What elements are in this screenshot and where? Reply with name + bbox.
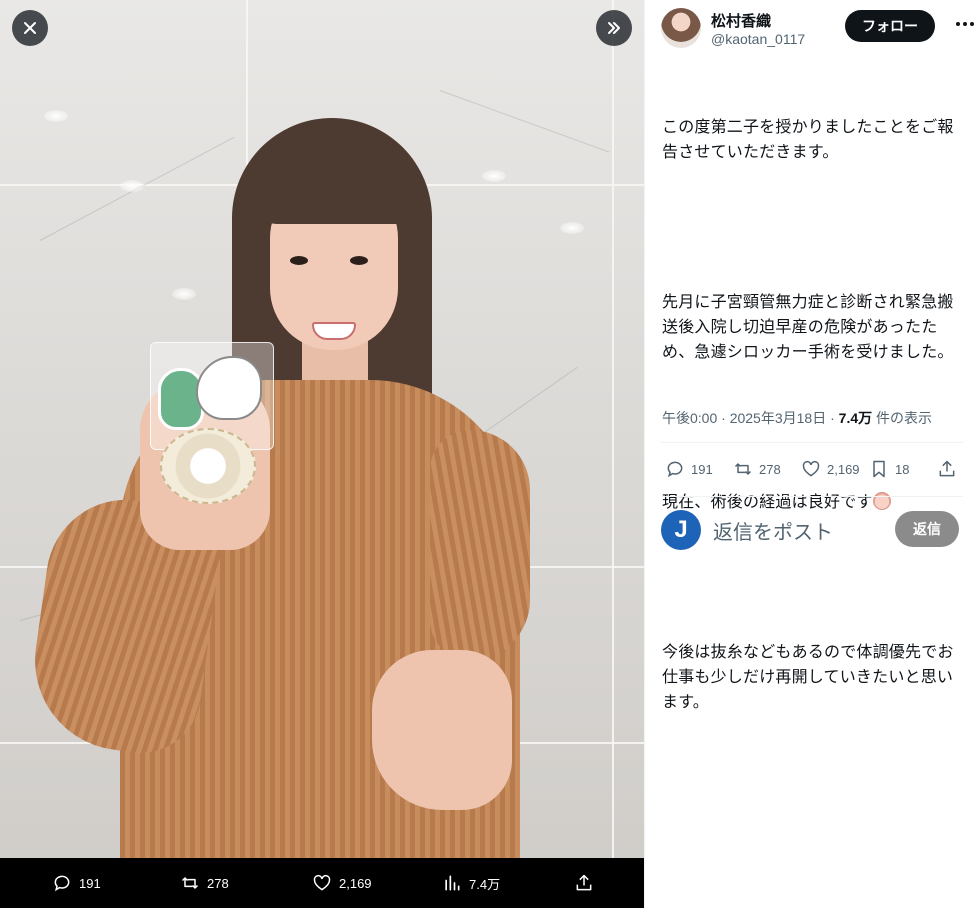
like-button[interactable]: 2,169 (801, 452, 860, 486)
media-repost-count: 278 (207, 875, 229, 891)
ceiling-light-reflection (482, 170, 506, 182)
tweet-paragraph: 先月に子宮頸管無力症と診断され緊急搬送後入院し切迫早産の危険があったため、急遽シ… (662, 292, 954, 361)
meta-separator: · (830, 410, 835, 426)
media-action-bar: 191 278 2,169 7.4万 (0, 858, 644, 908)
share-icon (939, 460, 955, 477)
current-user-avatar: J (661, 510, 701, 550)
tweet-paragraph: 今後は抜糸などもあるので体調優先でお仕事も少しだけ再開していきたいと思います。 (662, 642, 954, 711)
bookmark-icon (873, 460, 885, 478)
reply-input[interactable]: 返信をポスト (713, 516, 833, 545)
media-repost-button[interactable]: 278 (180, 858, 229, 908)
tweet-time[interactable]: 午後0:00 (662, 410, 717, 426)
media-reply-count: 191 (79, 875, 101, 891)
bookmark-count: 18 (895, 461, 910, 477)
person-eye (290, 256, 308, 265)
close-button[interactable] (12, 10, 48, 46)
paragraph-spacer (662, 564, 962, 589)
person-smile (312, 322, 356, 340)
reply-composer: J 返信をポスト 返信 (661, 508, 963, 552)
share-button[interactable] (937, 452, 957, 486)
media-views-button[interactable]: 7.4万 (442, 858, 500, 908)
divider (661, 496, 963, 497)
hand-on-belly (372, 650, 512, 810)
expand-icon (608, 22, 620, 34)
repost-count: 278 (759, 461, 781, 477)
tweet-action-bar: 191 278 2,169 18 (661, 452, 963, 486)
meta-separator: · (721, 410, 726, 426)
author-handle[interactable]: @kaotan_0117 (711, 31, 805, 47)
close-icon (24, 22, 36, 34)
ceiling-light-reflection (172, 288, 196, 300)
ceiling-light-reflection (560, 222, 584, 234)
person-eye (350, 256, 368, 265)
repost-icon (734, 463, 752, 475)
repost-icon (181, 877, 199, 889)
repost-button[interactable]: 278 (733, 452, 781, 486)
rosette-cookie (160, 428, 256, 504)
media-reply-button[interactable]: 191 (52, 858, 101, 908)
ceiling-light-reflection (44, 110, 68, 122)
media-views-count: 7.4万 (469, 876, 501, 892)
like-count: 2,169 (827, 461, 860, 477)
marble-vein (439, 90, 610, 153)
share-icon (576, 874, 592, 891)
reply-button[interactable]: 191 (665, 452, 713, 486)
media-like-button[interactable]: 2,169 (312, 858, 372, 908)
views-icon (445, 875, 460, 891)
tweet-date[interactable]: 2025年3月18日 (730, 410, 827, 426)
reply-icon (667, 461, 683, 478)
author-avatar[interactable] (661, 8, 701, 48)
tweet-views-count: 7.4万 (838, 410, 873, 426)
tweet-views-label: 件の表示 (876, 410, 933, 426)
media-viewer: 191 278 2,169 7.4万 (0, 0, 644, 908)
paragraph-spacer (662, 214, 962, 239)
ceiling-light-reflection (120, 180, 144, 192)
like-icon (313, 874, 331, 891)
tweet-header: 松村香織 @kaotan_0117 フォロー (661, 8, 974, 52)
expand-sidebar-button[interactable] (596, 10, 632, 46)
reply-submit-button[interactable]: 返信 (895, 511, 959, 547)
stork-cookie (196, 356, 262, 420)
bookmark-button[interactable]: 18 (869, 452, 909, 486)
reply-count: 191 (691, 461, 713, 477)
reply-icon (54, 875, 70, 892)
tweet-detail-panel: 松村香織 @kaotan_0117 フォロー この度第二子を授かりましたことをご… (644, 0, 979, 908)
divider (661, 442, 963, 443)
media-like-count: 2,169 (339, 875, 372, 891)
author-display-name[interactable]: 松村香織 (711, 10, 771, 31)
dress-sleeve-right (430, 430, 530, 660)
more-options-button[interactable] (953, 12, 977, 36)
tweet-meta: 午後0:00 · 2025年3月18日 · 7.4万 件の表示 (662, 408, 932, 428)
follow-button[interactable]: フォロー (845, 10, 935, 42)
wall-tile-line (612, 0, 614, 908)
like-icon (802, 460, 820, 477)
more-icon (956, 22, 974, 26)
tweet-paragraph: この度第二子を授かりましたことをご報告させていただきます。 (662, 117, 954, 161)
media-share-button[interactable] (574, 858, 594, 908)
